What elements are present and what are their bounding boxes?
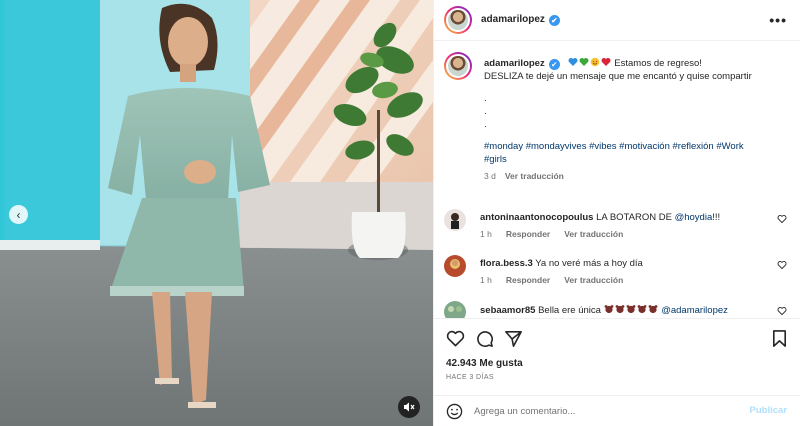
commenter-avatar[interactable] [444, 301, 466, 318]
post-header: adamarilopez ✔ ••• [434, 0, 800, 41]
emoji-picker-icon[interactable] [446, 403, 463, 420]
smiling-hearts-icon [590, 57, 599, 67]
translate-link[interactable]: Ver traducción [564, 229, 623, 239]
blue-heart-icon [568, 58, 578, 66]
post-photo [0, 0, 433, 426]
verified-badge-icon: ✔ [548, 15, 560, 26]
comment-mention-link[interactable]: @hoydia [675, 212, 713, 223]
post-actions-bar: 42.943 Me gusta HACE 3 DÍAS [434, 318, 800, 398]
verified-badge-icon: ✔ [548, 59, 560, 70]
like-comment-heart-icon[interactable] [777, 214, 787, 224]
commenter-username-link[interactable]: sebaamor85 [480, 305, 535, 316]
share-send-icon[interactable] [504, 329, 523, 348]
comment-item: flora.bess.3 Ya no veré más a hoy día 1 … [444, 255, 789, 291]
bear-icon [615, 305, 624, 314]
bear-icon [626, 305, 635, 314]
reply-button[interactable]: Responder [506, 275, 550, 285]
commenter-avatar[interactable] [444, 255, 466, 277]
comment-input[interactable] [474, 405, 734, 417]
commenter-avatar[interactable] [444, 209, 466, 231]
caption-translate-link[interactable]: Ver traducción [505, 171, 564, 181]
translate-link[interactable]: Ver traducción [564, 275, 623, 285]
bear-icon [637, 305, 646, 314]
caption-dot: . [484, 93, 487, 104]
comment-text: Ya no veré más a hoy día [535, 258, 643, 269]
author-avatar[interactable] [444, 6, 472, 34]
comment-item: antoninaantonocopoulus LA BOTARON DE @ho… [444, 209, 789, 245]
publish-comment-button[interactable]: Publicar [750, 405, 788, 416]
like-heart-icon[interactable] [446, 329, 465, 348]
caption-dot: . [484, 119, 487, 130]
likes-count[interactable]: 42.943 Me gusta [446, 358, 523, 369]
caption-text-line2: DESLIZA te dejé un mensaje que me encant… [484, 71, 752, 82]
caption-text-line1: Estamos de regreso! [614, 58, 702, 69]
green-heart-icon [579, 58, 589, 66]
like-comment-heart-icon[interactable] [777, 306, 787, 316]
comment-timestamp[interactable]: 1 h [480, 275, 492, 285]
post-media[interactable]: ‹ [0, 0, 433, 426]
comments-scroll-area[interactable]: adamarilopez ✔ Estamos de regreso! DESLIZ… [434, 42, 800, 318]
commenter-username-link[interactable]: antoninaantonocopoulus [480, 212, 593, 223]
commenter-username-link[interactable]: flora.bess.3 [480, 258, 533, 269]
more-options-icon[interactable]: ••• [769, 12, 787, 28]
caption-hashtags-line2[interactable]: #girls [484, 153, 789, 166]
author-username-link[interactable]: adamarilopez ✔ [481, 14, 560, 26]
red-heart-icon [601, 58, 611, 66]
mute-toggle-button[interactable] [398, 396, 420, 418]
previous-slide-button[interactable]: ‹ [9, 205, 28, 224]
comment-timestamp[interactable]: 1 h [480, 229, 492, 239]
post-detail-panel: adamarilopez ✔ ••• adamarilopez ✔ Estamos … [433, 0, 800, 426]
save-bookmark-icon[interactable] [770, 329, 789, 348]
reply-button[interactable]: Responder [506, 229, 550, 239]
comment-text: LA BOTARON DE [596, 212, 675, 223]
caption-username-link[interactable]: adamarilopez [484, 58, 545, 69]
caption-hashtags-line1[interactable]: #monday #mondayvives #vibes #motivación … [484, 140, 789, 153]
comment-item: sebaamor85 Bella ere única @adamarilopez [444, 301, 789, 318]
comment-mention-link[interactable]: @adamarilopez [661, 305, 728, 316]
comment-text: Bella ere única [538, 305, 604, 316]
bear-icon [604, 305, 613, 314]
caption-timestamp[interactable]: 3 d [484, 171, 496, 181]
caption-avatar[interactable] [444, 52, 472, 80]
like-comment-heart-icon[interactable] [777, 260, 787, 270]
post-date[interactable]: HACE 3 DÍAS [446, 374, 494, 381]
comment-text-suffix: !!! [712, 212, 721, 223]
add-comment-bar: Publicar [434, 395, 800, 426]
caption-dot: . [484, 106, 487, 117]
muted-speaker-icon [404, 402, 415, 412]
chevron-left-icon: ‹ [16, 207, 21, 222]
bear-icon [648, 305, 657, 314]
comment-bubble-icon[interactable] [475, 329, 494, 348]
